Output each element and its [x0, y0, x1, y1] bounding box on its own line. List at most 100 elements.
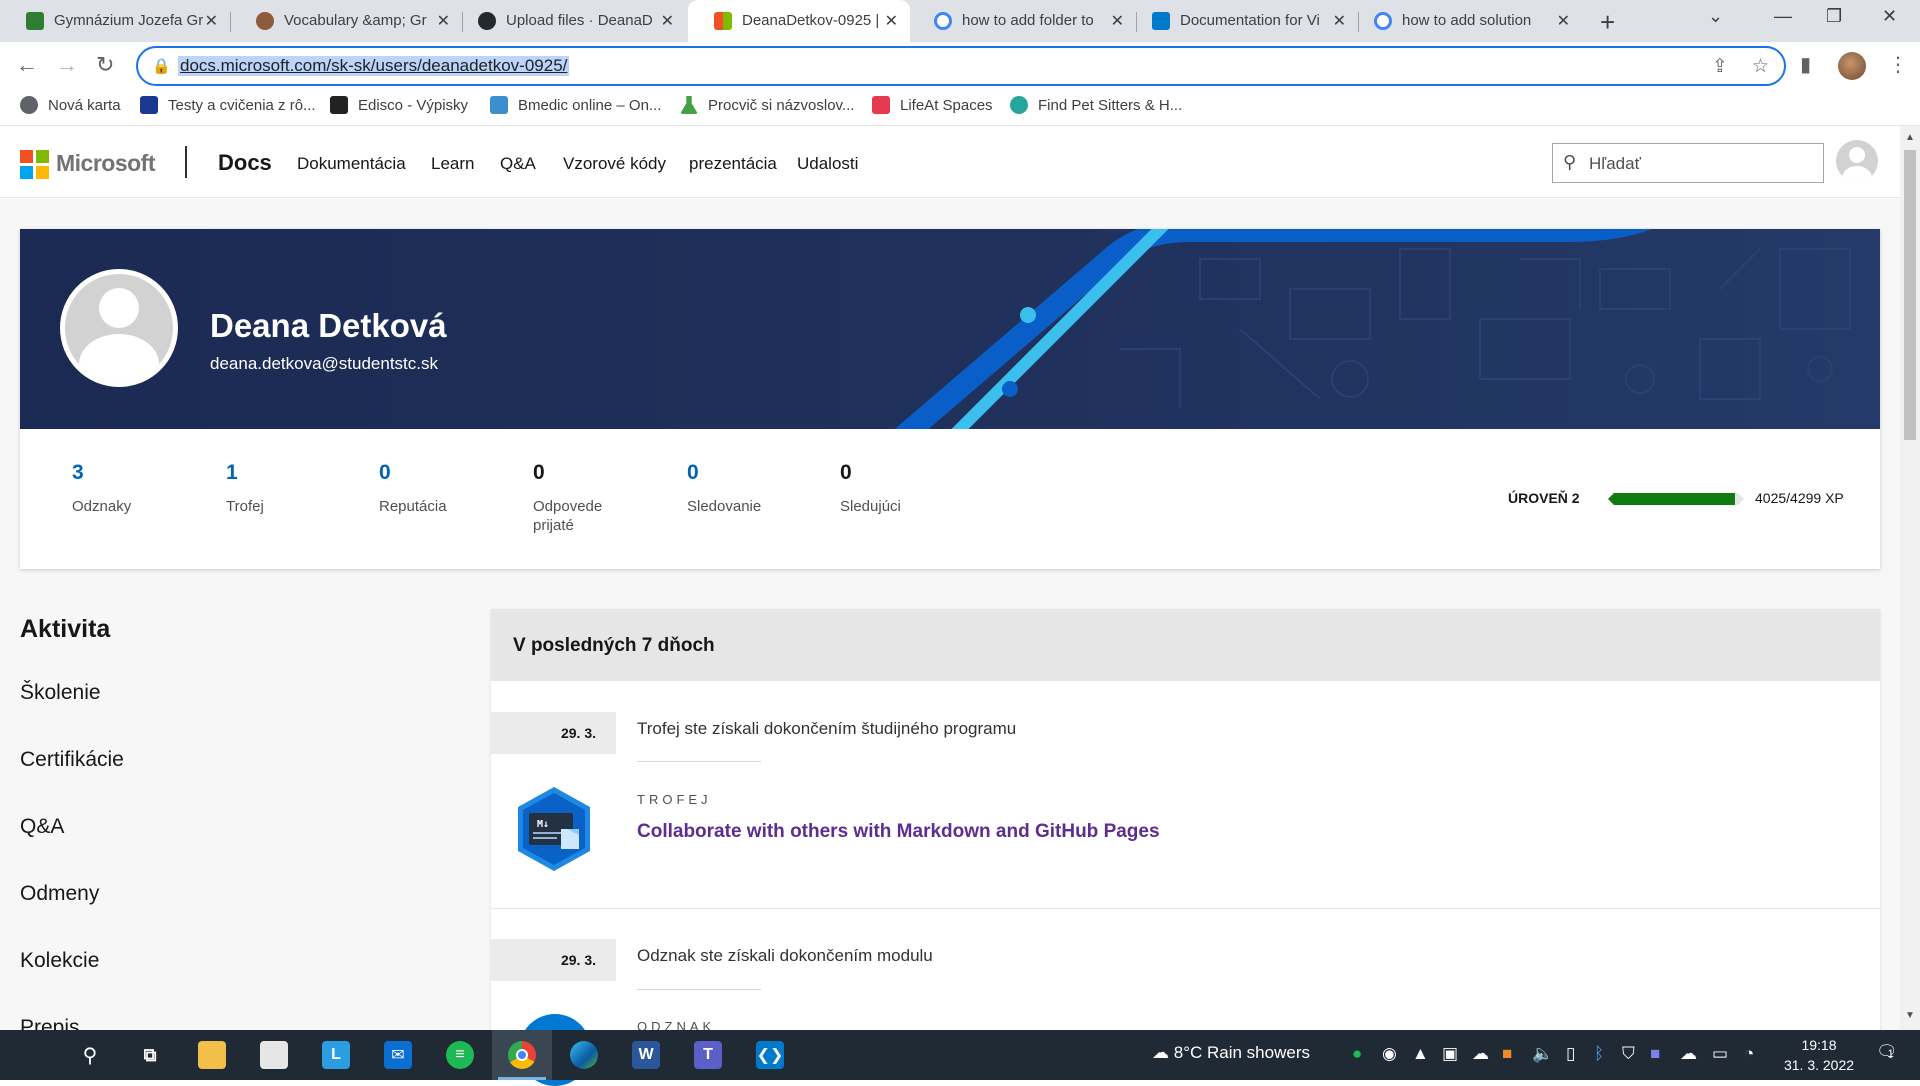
forward-arrow-icon[interactable]: →	[56, 52, 78, 78]
tab-close-icon[interactable]: ✕	[437, 11, 450, 31]
edisco-icon	[330, 96, 348, 114]
browser-menu-icon[interactable]: ⋮	[1888, 52, 1908, 77]
maximize-icon[interactable]: ❐	[1826, 6, 1842, 27]
app-tray-icon[interactable]: ■	[1502, 1044, 1512, 1064]
sidebar-item-skolenie[interactable]: Školenie	[20, 681, 101, 705]
discord-tray-icon[interactable]: ◉	[1382, 1044, 1397, 1064]
teams-tray-icon[interactable]: ■	[1650, 1044, 1660, 1064]
browser-tab[interactable]: Upload files · DeanaD ✕	[452, 0, 686, 42]
sidebar-item-odmeny[interactable]: Odmeny	[20, 882, 99, 906]
stat-following[interactable]: 0 Sledovanie	[687, 461, 837, 516]
header-divider	[185, 146, 187, 178]
user-avatar[interactable]	[1836, 140, 1878, 182]
page-scrollbar[interactable]: ▲ ▼	[1900, 126, 1920, 1030]
battery-tray-icon[interactable]: ▭	[1712, 1044, 1728, 1064]
scrollbar-thumb[interactable]	[1904, 150, 1916, 440]
edge-icon[interactable]	[554, 1030, 614, 1080]
wifi-tray-icon[interactable]: ◔	[1744, 1044, 1754, 1064]
file-explorer-icon[interactable]	[182, 1030, 242, 1080]
profile-email: deana.detkova@studentstc.sk	[210, 354, 439, 373]
nav-link-learn[interactable]: Learn	[431, 154, 474, 174]
bookmark-item[interactable]: Nová karta	[20, 96, 121, 114]
stat-value: 3	[72, 461, 84, 484]
onedrive-tray-icon[interactable]: ☁	[1472, 1044, 1489, 1064]
phone-tray-icon[interactable]: ▯	[1566, 1044, 1575, 1064]
url-text[interactable]: docs.microsoft.com/sk-sk/users/deanadetk…	[178, 56, 570, 76]
bookmark-item[interactable]: Find Pet Sitters & H...	[1010, 96, 1182, 114]
bluetooth-tray-icon[interactable]: ᛒ	[1594, 1044, 1604, 1064]
chrome-icon[interactable]	[492, 1030, 552, 1080]
device-tray-icon[interactable]: ▣	[1442, 1044, 1458, 1064]
browser-tab[interactable]: how to add folder to ✕	[908, 0, 1136, 42]
trophy-title-link[interactable]: Collaborate with others with Markdown an…	[637, 821, 1160, 843]
scroll-down-icon[interactable]: ▼	[1905, 1010, 1915, 1021]
vscode-icon[interactable]: ❮❯	[740, 1030, 800, 1080]
mail-icon[interactable]: ✉	[368, 1030, 428, 1080]
cloud-tray-icon[interactable]: ☁	[1680, 1044, 1697, 1064]
side-panel-icon[interactable]: ▮	[1800, 52, 1811, 77]
search-input[interactable]: ⚲ Hľadať	[1552, 143, 1824, 183]
scroll-up-icon[interactable]: ▲	[1905, 132, 1915, 143]
teams-icon[interactable]: T	[678, 1030, 738, 1080]
close-window-icon[interactable]: ✕	[1882, 6, 1897, 27]
task-view-icon[interactable]: ⧉	[120, 1030, 180, 1080]
sidebar-item-qa[interactable]: Q&A	[20, 815, 64, 839]
tab-close-icon[interactable]: ✕	[661, 11, 674, 31]
taskbar-clock[interactable]: 19:18 31. 3. 2022	[1774, 1035, 1864, 1075]
browser-tab-active[interactable]: DeanaDetkov-0925 | ✕	[688, 0, 910, 42]
reload-icon[interactable]: ↻	[96, 52, 114, 78]
bookmark-item[interactable]: Edisco - Výpisky	[330, 96, 468, 114]
tab-close-icon[interactable]: ✕	[1333, 11, 1346, 31]
microsoft-store-icon[interactable]	[244, 1030, 304, 1080]
browser-tab[interactable]: Gymnázium Jozefa Gr ✕	[0, 0, 230, 42]
stat-badges[interactable]: 3 Odznaky	[72, 461, 222, 516]
bookmark-item[interactable]: Bmedic online – On...	[490, 96, 661, 114]
bookmark-item[interactable]: Testy a cvičenia z rô...	[140, 96, 316, 114]
nav-link-qa[interactable]: Q&A	[500, 154, 536, 174]
nav-link-vzorove-kody[interactable]: Vzorové kódy	[563, 154, 666, 174]
notification-icon[interactable]: 🗨1	[1876, 1042, 1898, 1062]
l-app-icon[interactable]: L	[306, 1030, 366, 1080]
search-icon[interactable]: ⚲	[60, 1030, 120, 1080]
sidebar-item-kolekcie[interactable]: Kolekcie	[20, 949, 99, 973]
browser-tab[interactable]: Documentation for Vi ✕	[1126, 0, 1358, 42]
stat-reputation[interactable]: 0 Reputácia	[379, 461, 529, 516]
browser-profile-avatar[interactable]	[1838, 52, 1866, 80]
tab-close-icon[interactable]: ✕	[205, 11, 218, 31]
weather-widget[interactable]: ☁ 8°C Rain showers	[1152, 1043, 1310, 1063]
browser-tab[interactable]: how to add solution ✕	[1348, 0, 1582, 42]
tab-close-icon[interactable]: ✕	[885, 11, 898, 31]
google-favicon-icon	[934, 12, 952, 30]
bookmark-star-icon[interactable]: ☆	[1752, 55, 1769, 78]
windows-start-icon[interactable]	[0, 1030, 60, 1080]
svg-text:M↓: M↓	[537, 819, 549, 830]
microsoft-brand[interactable]: Microsoft	[56, 150, 156, 177]
lock-icon[interactable]: 🔒	[152, 57, 171, 75]
address-bar[interactable]: 🔒 docs.microsoft.com/sk-sk/users/deanade…	[136, 46, 1786, 86]
spotify-icon[interactable]: ≡	[430, 1030, 490, 1080]
docs-link[interactable]: Docs	[218, 150, 272, 176]
bookmark-item[interactable]: LifeAt Spaces	[872, 96, 993, 114]
bookmark-item[interactable]: Procvič si názvoslov...	[680, 96, 854, 114]
stat-trophies[interactable]: 1 Trofej	[226, 461, 376, 516]
nav-link-udalosti[interactable]: Udalosti	[797, 154, 858, 174]
volume-tray-icon[interactable]: 🔈	[1532, 1044, 1553, 1064]
defender-tray-icon[interactable]: ⛉	[1622, 1044, 1635, 1064]
back-arrow-icon[interactable]: ←	[16, 52, 38, 78]
nav-link-dokumentacia[interactable]: Dokumentácia	[297, 154, 406, 174]
share-icon[interactable]: ⇪	[1712, 55, 1728, 78]
profile-avatar[interactable]	[60, 269, 178, 387]
spotify-tray-icon[interactable]: ●	[1352, 1044, 1362, 1064]
tab-search-chevron-icon[interactable]: ⌄	[1708, 6, 1723, 27]
sidebar-item-certifikacie[interactable]: Certifikácie	[20, 748, 124, 772]
word-icon[interactable]: W	[616, 1030, 676, 1080]
tab-close-icon[interactable]: ✕	[1111, 11, 1124, 31]
activity-date: 29. 3.	[491, 712, 616, 754]
new-tab-icon[interactable]: +	[1600, 7, 1615, 38]
tab-close-icon[interactable]: ✕	[1557, 11, 1570, 31]
minimize-icon[interactable]: —	[1774, 6, 1792, 27]
nav-link-prezentacia[interactable]: prezentácia	[689, 154, 777, 174]
browser-tab[interactable]: Vocabulary &amp; Gr ✕	[230, 0, 462, 42]
drive-tray-icon[interactable]: ▲	[1412, 1044, 1429, 1064]
microsoft-logo-icon[interactable]	[20, 150, 49, 179]
